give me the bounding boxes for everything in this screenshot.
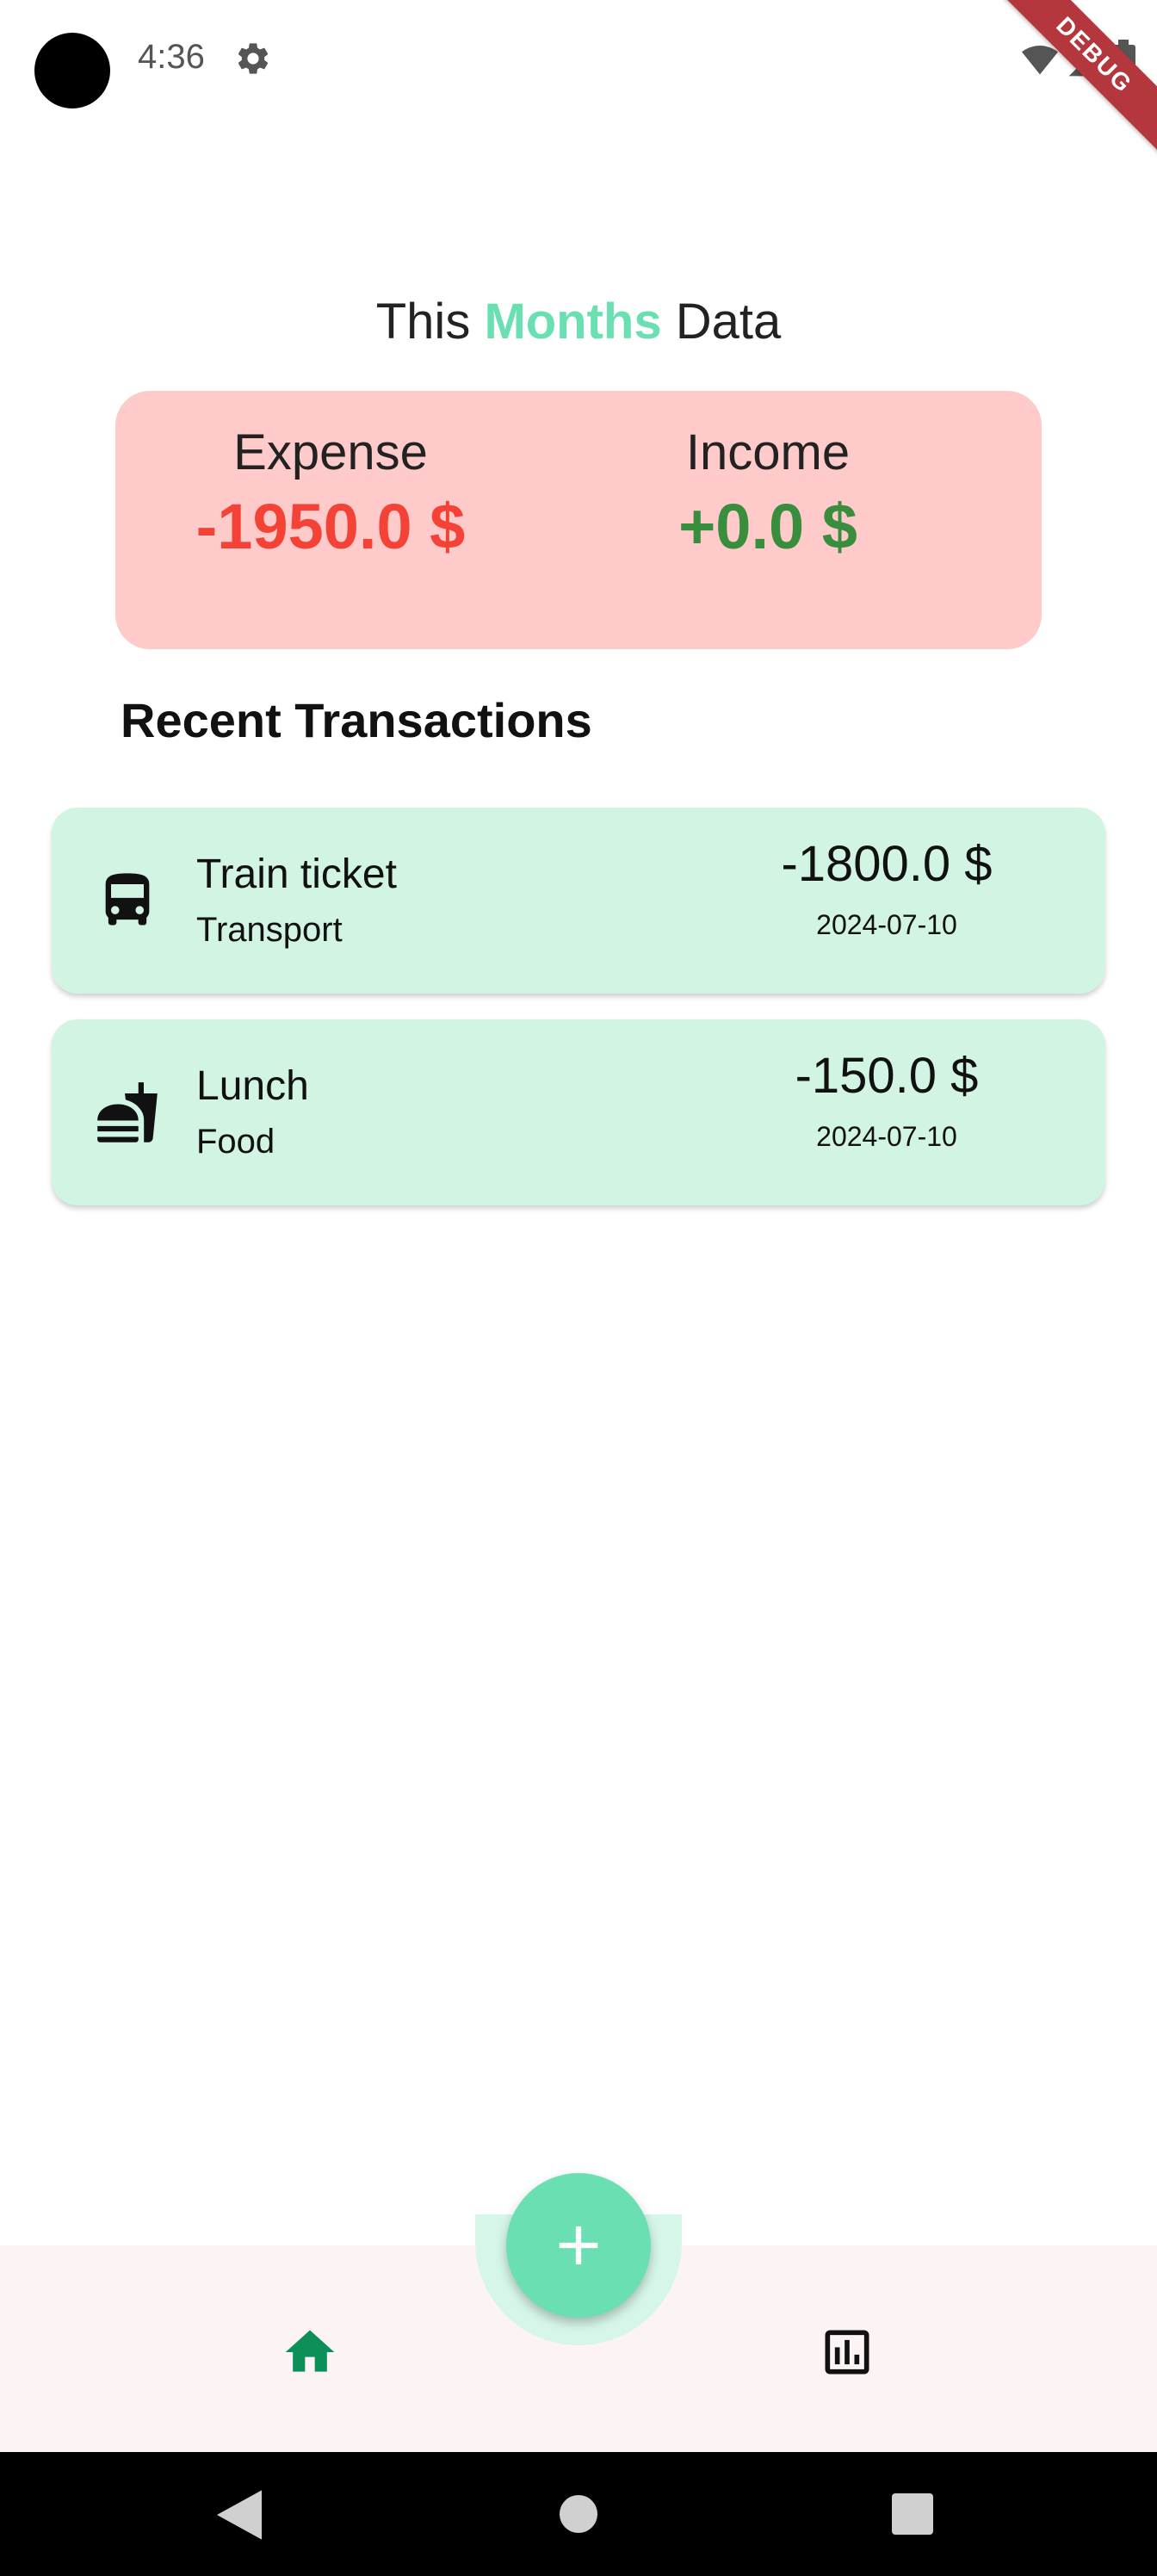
transaction-date: 2024-07-10 [816, 909, 957, 940]
page-title-prefix: This [375, 294, 485, 350]
settings-icon [238, 43, 269, 74]
transaction-amount: -150.0 $ [795, 1048, 979, 1104]
income-summary: Income +0.0 $ [587, 424, 949, 563]
debug-banner: DEBUG [977, 0, 1157, 172]
transaction-amount: -1800.0 $ [781, 836, 993, 892]
wifi-icon [1021, 45, 1059, 75]
bus-icon [105, 873, 150, 926]
transaction-category: Food [196, 1123, 275, 1161]
page-title-suffix: Data [661, 294, 782, 350]
income-value: +0.0 $ [678, 491, 857, 562]
system-home-button[interactable] [560, 2495, 597, 2533]
home-icon[interactable] [281, 2323, 339, 2381]
transaction-title: Train ticket [196, 851, 397, 897]
add-transaction-button[interactable] [506, 2173, 651, 2318]
transaction-item[interactable]: Lunch Food -150.0 $ 2024-07-10 [52, 1019, 1105, 1205]
fastfood-icon [97, 1082, 158, 1142]
status-bar: 4:36 DEBUG [0, 0, 1157, 172]
recent-apps-button[interactable] [892, 2493, 933, 2535]
expense-value: -1950.0 $ [195, 491, 466, 562]
page-title-accent: Months [484, 294, 662, 350]
expense-label: Expense [233, 424, 428, 480]
income-label: Income [685, 424, 851, 480]
summary-card: Expense -1950.0 $ Income +0.0 $ [115, 391, 1042, 649]
transaction-title: Lunch [196, 1063, 309, 1109]
page-title: This Months Data [0, 293, 1157, 350]
recent-transactions-title: Recent Transactions [121, 693, 592, 747]
plus-icon [559, 2226, 598, 2265]
expense-summary: Expense -1950.0 $ [150, 424, 511, 563]
transaction-category: Transport [196, 911, 343, 949]
status-time: 4:36 [138, 38, 205, 76]
camera-cutout [34, 33, 110, 108]
back-icon[interactable] [217, 2490, 262, 2540]
transaction-item[interactable]: Train ticket Transport -1800.0 $ 2024-07… [52, 808, 1105, 994]
stats-icon[interactable] [818, 2323, 876, 2381]
transaction-date: 2024-07-10 [816, 1121, 957, 1152]
